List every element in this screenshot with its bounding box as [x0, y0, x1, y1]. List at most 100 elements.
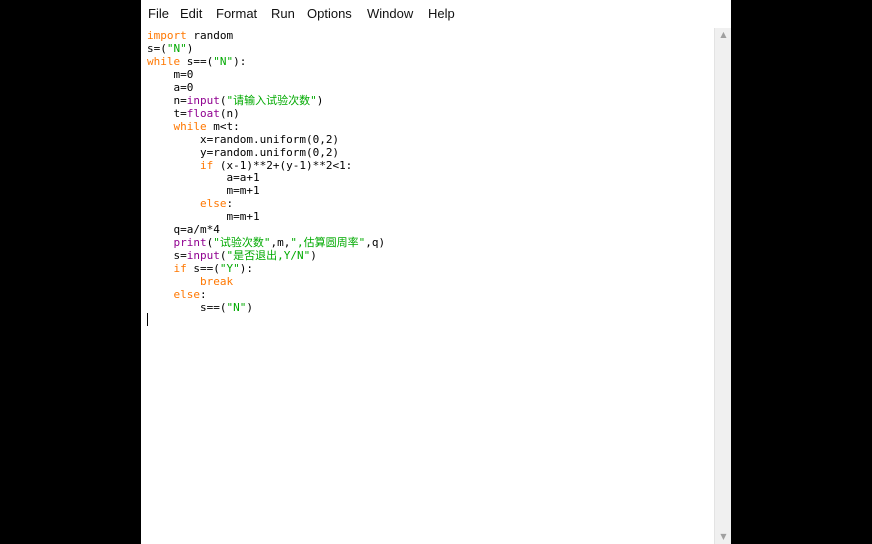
- code-token: s==(: [180, 54, 214, 68]
- code-token: a=0: [173, 80, 194, 94]
- code-token: y=random.uniform(0,2): [199, 145, 340, 159]
- code-line: a=a+1: [147, 171, 260, 185]
- code-token: s=: [173, 249, 187, 263]
- keyword-token: import: [147, 29, 187, 42]
- code-line: t=float(n): [147, 107, 240, 120]
- code-line: s=input("是否退出,Y/N"): [147, 249, 317, 262]
- code-line: else:: [147, 288, 207, 301]
- vertical-scrollbar[interactable]: ▲ ▼: [714, 28, 731, 544]
- idle-editor-window: File Edit Format Run Options Window Help…: [141, 0, 731, 544]
- code-token: a=a+1: [226, 171, 260, 185]
- code-token: x=random.uniform(0,2): [199, 132, 340, 146]
- builtin-token: print: [173, 236, 207, 250]
- menu-file[interactable]: File: [148, 6, 169, 21]
- menu-window[interactable]: Window: [367, 6, 413, 21]
- code-line: m=m+1: [147, 210, 260, 224]
- string-token: ",估算圆周率": [290, 236, 366, 250]
- code-line: while m<t:: [147, 120, 240, 133]
- code-token: (n): [219, 106, 240, 120]
- string-token: "N": [226, 300, 247, 314]
- code-line: x=random.uniform(0,2): [147, 133, 339, 146]
- keyword-token: break: [199, 275, 234, 289]
- code-token: ): [186, 41, 194, 55]
- menu-options[interactable]: Options: [307, 6, 352, 21]
- code-token: ): [316, 93, 324, 107]
- code-line: while s==("N"):: [147, 55, 246, 68]
- string-token: "N": [166, 41, 187, 55]
- code-token: s==(: [199, 300, 227, 314]
- code-token: m=m+1: [226, 210, 260, 224]
- code-editor[interactable]: import random s=("N") while s==("N"): m=0 …: [141, 28, 714, 544]
- chevron-down-icon[interactable]: ▼: [715, 530, 731, 544]
- keyword-token: if: [199, 158, 214, 172]
- string-token: "试验次数": [213, 236, 271, 250]
- code-token: m=m+1: [226, 184, 260, 198]
- code-line: else:: [147, 197, 233, 210]
- menu-help[interactable]: Help: [428, 6, 455, 21]
- code-token: t=: [173, 106, 187, 120]
- code-line: import random: [147, 29, 233, 42]
- menu-bar: File Edit Format Run Options Window Help: [141, 0, 731, 29]
- code-token: (: [219, 249, 227, 263]
- builtin-token: float: [186, 106, 220, 120]
- code-token: :: [200, 288, 207, 301]
- chevron-up-icon[interactable]: ▲: [715, 28, 731, 42]
- keyword-token: if: [173, 262, 187, 276]
- code-token: (x-1)**2+(y-1)**2<1:: [213, 158, 353, 172]
- code-line: if (x-1)**2+(y-1)**2<1:: [147, 159, 352, 172]
- code-line: a=0: [147, 80, 194, 94]
- string-token: "N": [213, 54, 234, 68]
- code-token: ): [246, 300, 253, 314]
- string-token: "Y": [219, 262, 240, 276]
- keyword-token: else: [173, 288, 201, 301]
- code-token: n=: [173, 93, 187, 107]
- code-token: ,m,: [270, 236, 291, 250]
- code-token: m=0: [173, 67, 194, 81]
- builtin-token: input: [186, 93, 220, 107]
- code-line: break: [147, 275, 233, 288]
- code-token: s==(: [186, 262, 220, 276]
- code-line: s==("N"): [147, 301, 253, 314]
- code-line: y=random.uniform(0,2): [147, 146, 339, 159]
- keyword-token: while: [173, 119, 207, 133]
- text-cursor: [147, 313, 148, 326]
- menu-edit[interactable]: Edit: [180, 6, 202, 21]
- code-line: q=a/m*4: [147, 223, 220, 236]
- code-token: q=a/m*4: [173, 223, 220, 237]
- builtin-token: input: [186, 249, 220, 263]
- code-token: ,q): [365, 236, 386, 250]
- menu-run[interactable]: Run: [271, 6, 295, 21]
- code-token: ):: [233, 54, 247, 68]
- keyword-token: while: [147, 54, 181, 68]
- code-token: ):: [239, 262, 253, 276]
- code-token: s=(: [147, 41, 167, 55]
- string-token: "是否退出,Y/N": [226, 249, 311, 263]
- code-line: if s==("Y"):: [147, 262, 254, 276]
- string-token: "请输入试验次数": [226, 93, 317, 107]
- code-token: :: [226, 197, 234, 211]
- code-token: random: [186, 29, 234, 42]
- code-line: n=input("请输入试验次数"): [147, 93, 324, 107]
- code-token: m<t:: [206, 119, 240, 133]
- code-line: m=m+1: [147, 184, 260, 198]
- menu-format[interactable]: Format: [216, 6, 257, 21]
- code-line: s=("N"): [147, 42, 193, 55]
